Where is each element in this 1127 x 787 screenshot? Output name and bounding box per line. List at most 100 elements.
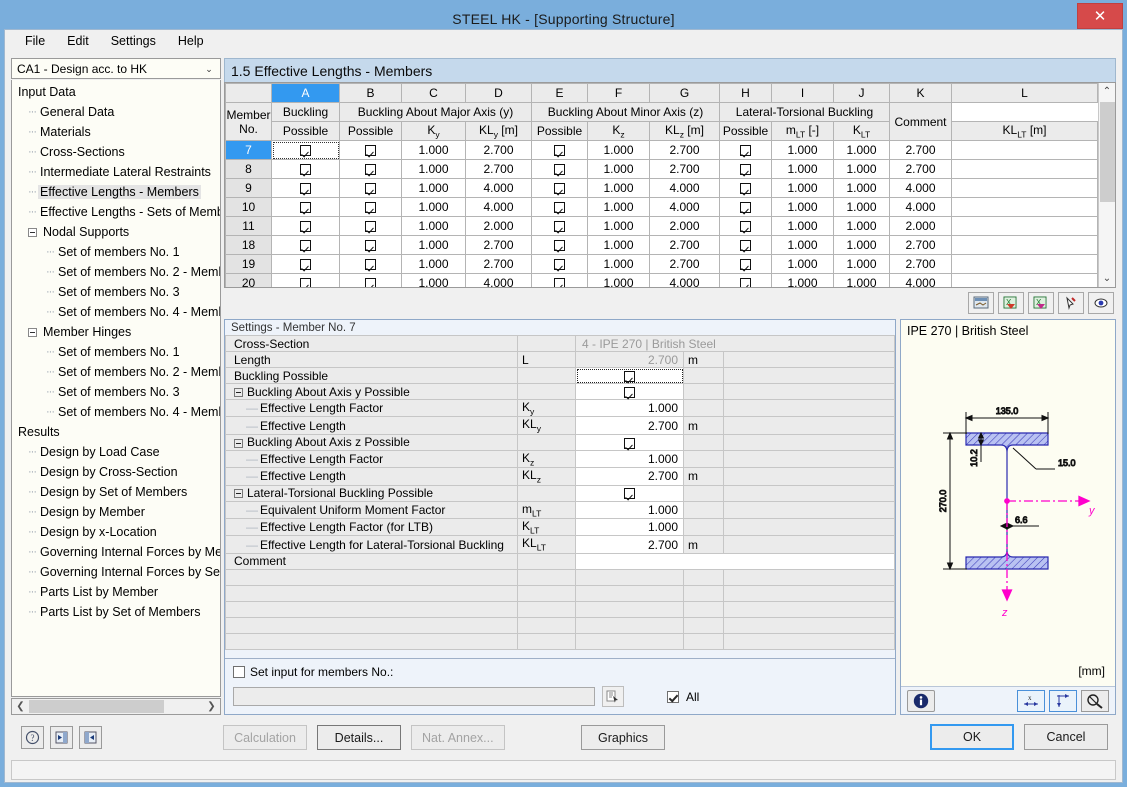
klz-cell[interactable]: 2.700 — [649, 235, 720, 255]
details-button[interactable]: Details... — [317, 725, 401, 750]
col-letter-l[interactable]: L — [951, 83, 1098, 103]
comment-cell[interactable] — [951, 159, 1098, 179]
tree-collapse-icon[interactable] — [28, 327, 37, 337]
vscroll-thumb[interactable] — [1099, 102, 1115, 202]
calculation-button[interactable]: Calculation — [223, 725, 307, 750]
members-table-vscrollbar[interactable]: ⌃ ⌄ — [1098, 83, 1115, 287]
kllt-cell[interactable]: 2.000 — [889, 216, 952, 236]
excel-import-icon[interactable]: X — [1028, 292, 1054, 314]
member-no-cell[interactable]: 20 — [225, 273, 272, 287]
sidebar-item-design-by-member[interactable]: ··· Design by Member — [12, 502, 220, 522]
settings-checkbox[interactable] — [623, 488, 635, 500]
sidebar-item-parts-list-by-set-of-members[interactable]: ··· Parts List by Set of Members — [12, 602, 220, 622]
sidebar-item-design-by-set-of-members[interactable]: ··· Design by Set of Members — [12, 482, 220, 502]
z-possible-cell[interactable] — [531, 254, 588, 274]
pick-icon[interactable] — [1058, 292, 1084, 314]
buckling-possible-cell[interactable] — [271, 197, 340, 217]
member-no-cell[interactable]: 10 — [225, 197, 272, 217]
row-checkbox[interactable] — [300, 145, 311, 157]
kly-cell[interactable]: 2.700 — [465, 159, 532, 179]
kllt-cell[interactable]: 2.700 — [889, 140, 952, 160]
klz-cell[interactable]: 2.700 — [649, 254, 720, 274]
settings-checkbox-cell[interactable] — [575, 383, 684, 400]
row-checkbox[interactable] — [365, 278, 376, 287]
buckling-possible-cell[interactable] — [271, 235, 340, 255]
sidebar-item-set-of-members-no-1[interactable]: ··· Set of members No. 1 — [12, 342, 220, 362]
sidebar-item-materials[interactable]: ··· Materials — [12, 122, 220, 142]
y-possible-cell[interactable] — [339, 140, 402, 160]
comment-cell[interactable] — [951, 140, 1098, 160]
mlt-cell[interactable]: 1.000 — [771, 178, 834, 198]
members-table[interactable]: A B C D E F G H I J K L Member No. Buckl… — [225, 83, 1098, 287]
settings-row[interactable] — [225, 632, 895, 650]
member-no-cell[interactable]: 8 — [225, 159, 272, 179]
comment-cell[interactable] — [951, 178, 1098, 198]
comment-cell[interactable] — [951, 216, 1098, 236]
buckling-possible-cell[interactable] — [271, 178, 340, 198]
kz-cell[interactable]: 1.000 — [587, 140, 650, 160]
klt-cell[interactable]: 1.000 — [833, 159, 890, 179]
tree-collapse-icon[interactable] — [234, 438, 243, 448]
settings-value[interactable]: 2.700 — [575, 535, 684, 554]
settings-value[interactable]: 2.700 — [575, 416, 684, 435]
pick-members-icon[interactable] — [602, 686, 624, 707]
settings-row[interactable]: Comment — [225, 552, 895, 570]
row-checkbox[interactable] — [300, 221, 311, 233]
ky-cell[interactable]: 1.000 — [401, 197, 466, 217]
settings-description[interactable]: Lateral-Torsional Buckling Possible — [225, 484, 518, 502]
cancel-button[interactable]: Cancel — [1024, 724, 1108, 750]
klt-cell[interactable]: 1.000 — [833, 178, 890, 198]
ky-cell[interactable]: 1.000 — [401, 159, 466, 179]
settings-description[interactable]: Length — [225, 351, 518, 368]
menu-settings[interactable]: Settings — [101, 31, 166, 51]
row-checkbox[interactable] — [740, 164, 751, 176]
settings-description[interactable]: — Effective Length Factor — [225, 398, 518, 418]
table-row[interactable]: 9 1.000 4.000 1.000 4.000 1.000 1.000 4.000 — [225, 178, 1098, 198]
help-icon[interactable]: ? — [21, 726, 44, 749]
kly-cell[interactable]: 2.000 — [465, 216, 532, 236]
klt-cell[interactable]: 1.000 — [833, 140, 890, 160]
table-row[interactable]: 20 1.000 4.000 1.000 4.000 1.000 1.000 4.000 — [225, 273, 1098, 287]
sidebar-item-set-of-members-no-2-member[interactable]: ···Set of members No. 2 - Member : — [12, 262, 220, 282]
buckling-possible-cell[interactable] — [271, 273, 340, 287]
kllt-cell[interactable]: 4.000 — [889, 273, 952, 287]
kllt-cell[interactable]: 2.700 — [889, 159, 952, 179]
settings-row[interactable]: Buckling About Axis z Possible — [225, 433, 895, 451]
members-number-input[interactable] — [233, 687, 595, 706]
mlt-cell[interactable]: 1.000 — [771, 216, 834, 236]
sidebar-item-design-by-cross-section[interactable]: ··· Design by Cross-Section — [12, 462, 220, 482]
row-checkbox[interactable] — [365, 259, 376, 271]
kz-cell[interactable]: 1.000 — [587, 235, 650, 255]
ky-cell[interactable]: 1.000 — [401, 216, 466, 236]
buckling-possible-cell[interactable] — [271, 216, 340, 236]
settings-row[interactable]: Lateral-Torsional Buckling Possible — [225, 484, 895, 502]
row-checkbox[interactable] — [365, 145, 376, 157]
tree-collapse-icon[interactable] — [234, 489, 243, 499]
settings-row[interactable]: Buckling Possible — [225, 367, 895, 384]
sidebar-item-design-by-load-case[interactable]: ··· Design by Load Case — [12, 442, 220, 462]
settings-table[interactable]: Cross-Section 4 - IPE 270 | British Steel… — [225, 335, 895, 650]
ky-cell[interactable]: 1.000 — [401, 273, 466, 287]
settings-description[interactable]: Comment — [225, 552, 518, 570]
row-checkbox[interactable] — [740, 278, 751, 287]
menu-help[interactable]: Help — [168, 31, 214, 51]
settings-value[interactable]: 1.000 — [575, 517, 684, 537]
klz-cell[interactable]: 2.000 — [649, 216, 720, 236]
settings-description[interactable]: — Equivalent Uniform Moment Factor — [225, 500, 518, 519]
kz-cell[interactable]: 1.000 — [587, 216, 650, 236]
zoom-reset-icon[interactable] — [1081, 689, 1109, 712]
mlt-cell[interactable]: 1.000 — [771, 235, 834, 255]
kllt-cell[interactable]: 4.000 — [889, 178, 952, 198]
klt-cell[interactable]: 1.000 — [833, 235, 890, 255]
sidebar-item-effective-lengths-sets-of-members[interactable]: ···Effective Lengths - Sets of Members — [12, 202, 220, 222]
close-icon[interactable]: ✕ — [1077, 3, 1123, 29]
col-letter-e[interactable]: E — [531, 83, 588, 103]
sidebar-item-intermediate-lateral-restraints[interactable]: ··· Intermediate Lateral Restraints — [12, 162, 220, 182]
col-letter-b[interactable]: B — [339, 83, 402, 103]
y-possible-cell[interactable] — [339, 159, 402, 179]
row-checkbox[interactable] — [554, 145, 565, 157]
settings-value[interactable]: 1.000 — [575, 449, 684, 469]
kly-cell[interactable]: 4.000 — [465, 197, 532, 217]
kllt-cell[interactable]: 2.700 — [889, 254, 952, 274]
kz-cell[interactable]: 1.000 — [587, 273, 650, 287]
